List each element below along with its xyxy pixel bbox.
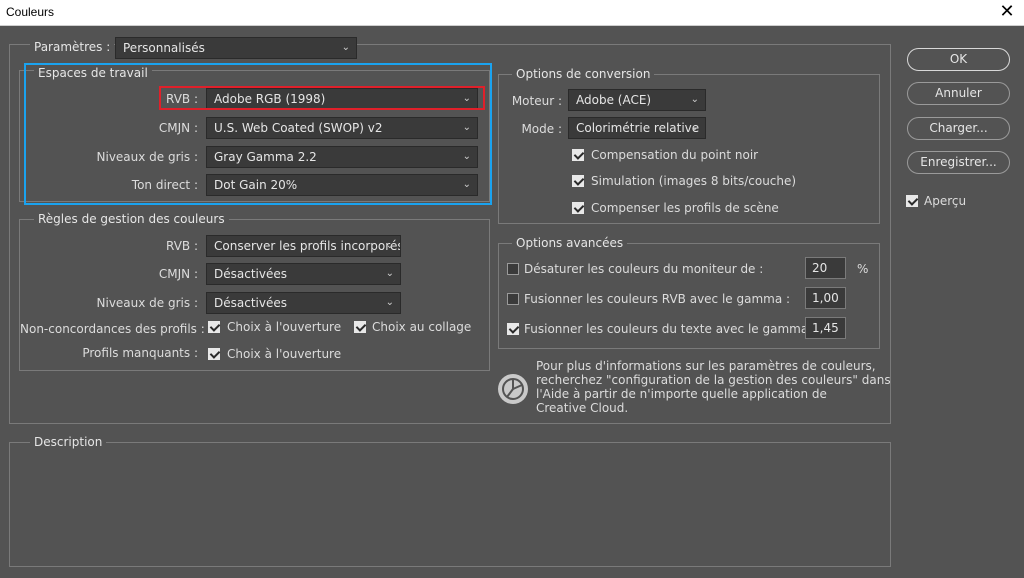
info-line-4: Creative Cloud. xyxy=(536,401,629,415)
info-line-2: recherchez "configuration de la gestion … xyxy=(536,373,891,387)
chevron-down-icon: ⌄ xyxy=(690,94,699,105)
save-button[interactable]: Enregistrer... xyxy=(907,151,1010,174)
mismatch-paste-checkbox[interactable] xyxy=(354,321,366,333)
chevron-down-icon: ⌄ xyxy=(690,122,699,133)
window-title: Couleurs xyxy=(6,5,55,19)
chevron-down-icon: ⌄ xyxy=(462,122,471,133)
scene-checkbox[interactable] xyxy=(572,202,584,214)
mg-cmyk-select[interactable]: Désactivées ⌄ xyxy=(206,263,401,285)
desaturate-checkbox[interactable] xyxy=(507,263,519,275)
black-point-checkbox[interactable] xyxy=(572,149,584,161)
preview-checkbox[interactable] xyxy=(906,195,918,207)
ws-spot-label: Ton direct : xyxy=(131,178,198,192)
missing-open-checkbox[interactable] xyxy=(208,348,220,360)
blend-text-input[interactable]: 1,45 xyxy=(805,317,846,339)
mg-mismatch-label: Non-concordances des profils : xyxy=(20,322,205,336)
chevron-down-icon: ⌄ xyxy=(385,240,394,251)
ws-gray-label: Niveaux de gris : xyxy=(96,150,198,164)
missing-open-label: Choix à l'ouverture xyxy=(227,347,342,361)
mg-gray-value: Désactivées xyxy=(214,296,287,310)
blend-text-label: Fusionner les couleurs du texte avec le … xyxy=(524,322,817,336)
mg-rgb-value: Conserver les profils incorporés xyxy=(214,239,401,253)
mg-gray-label: Niveaux de gris : xyxy=(96,296,198,310)
blend-rgb-label: Fusionner les couleurs RVB avec le gamma… xyxy=(524,292,791,306)
info-text: Pour plus d'informations sur les paramèt… xyxy=(536,359,891,415)
black-point-label: Compensation du point noir xyxy=(591,148,759,162)
cancel-button[interactable]: Annuler xyxy=(907,82,1010,105)
mg-rgb-select[interactable]: Conserver les profils incorporés ⌄ xyxy=(206,235,401,257)
workspaces-legend: Espaces de travail xyxy=(34,66,152,80)
chevron-down-icon: ⌄ xyxy=(462,151,471,162)
engine-select[interactable]: Adobe (ACE) ⌄ xyxy=(568,89,706,111)
ws-rgb-highlight xyxy=(159,86,485,110)
ws-cmyk-label: CMJN : xyxy=(158,121,198,135)
description-legend: Description xyxy=(30,435,107,449)
dither-label: Simulation (images 8 bits/couche) xyxy=(591,174,797,188)
color-wheel-icon xyxy=(498,374,528,404)
preview-label: Aperçu xyxy=(924,194,967,208)
params-select-value: Personnalisés xyxy=(123,41,205,55)
params-select[interactable]: Personnalisés ⌄ xyxy=(115,37,357,59)
info-line-1: Pour plus d'informations sur les paramèt… xyxy=(536,359,876,373)
conversion-legend: Options de conversion xyxy=(512,67,655,81)
load-button[interactable]: Charger... xyxy=(907,117,1010,140)
mg-cmyk-value: Désactivées xyxy=(214,267,287,281)
ws-cmyk-select[interactable]: U.S. Web Coated (SWOP) v2 ⌄ xyxy=(206,117,478,139)
scene-label: Compenser les profils de scène xyxy=(591,201,779,215)
info-line-3: l'Aide à partir de n'importe quelle appl… xyxy=(536,387,827,401)
ok-button[interactable]: OK xyxy=(907,48,1010,71)
engine-label: Moteur : xyxy=(511,94,562,108)
description-group xyxy=(9,442,891,567)
ws-gray-select[interactable]: Gray Gamma 2.2 ⌄ xyxy=(206,146,478,168)
desaturate-label: Désaturer les couleurs du moniteur de : xyxy=(524,262,764,276)
chevron-down-icon: ⌄ xyxy=(341,42,350,53)
params-label: Paramètres : xyxy=(30,40,115,54)
mg-cmyk-label: CMJN : xyxy=(158,267,198,281)
ws-gray-value: Gray Gamma 2.2 xyxy=(214,150,317,164)
chevron-down-icon: ⌄ xyxy=(385,268,394,279)
blend-rgb-input[interactable]: 1,00 xyxy=(805,287,846,309)
desaturate-input[interactable]: 20 xyxy=(805,257,846,279)
close-icon[interactable]: ✕ xyxy=(990,0,1024,26)
title-bar: Couleurs ✕ xyxy=(0,0,1024,26)
blend-rgb-checkbox[interactable] xyxy=(507,293,519,305)
ws-spot-select[interactable]: Dot Gain 20% ⌄ xyxy=(206,174,478,196)
mode-label: Mode : xyxy=(521,122,562,136)
advanced-legend: Options avancées xyxy=(512,236,628,250)
dither-checkbox[interactable] xyxy=(572,175,584,187)
blend-text-checkbox[interactable] xyxy=(507,323,519,335)
ws-cmyk-value: U.S. Web Coated (SWOP) v2 xyxy=(214,121,383,135)
ws-spot-value: Dot Gain 20% xyxy=(214,178,298,192)
management-legend: Règles de gestion des couleurs xyxy=(34,212,229,226)
mg-gray-select[interactable]: Désactivées ⌄ xyxy=(206,292,401,314)
mismatch-paste-label: Choix au collage xyxy=(372,320,472,334)
mode-select[interactable]: Colorimétrie relative ⌄ xyxy=(568,117,706,139)
chevron-down-icon: ⌄ xyxy=(385,297,394,308)
mismatch-open-checkbox[interactable] xyxy=(208,321,220,333)
mg-rgb-label: RVB : xyxy=(166,239,198,253)
mode-value: Colorimétrie relative xyxy=(576,121,700,135)
mismatch-open-label: Choix à l'ouverture xyxy=(227,320,342,334)
desaturate-unit: % xyxy=(857,262,869,276)
engine-value: Adobe (ACE) xyxy=(576,93,652,107)
mg-missing-label: Profils manquants : xyxy=(82,346,198,360)
chevron-down-icon: ⌄ xyxy=(462,179,471,190)
